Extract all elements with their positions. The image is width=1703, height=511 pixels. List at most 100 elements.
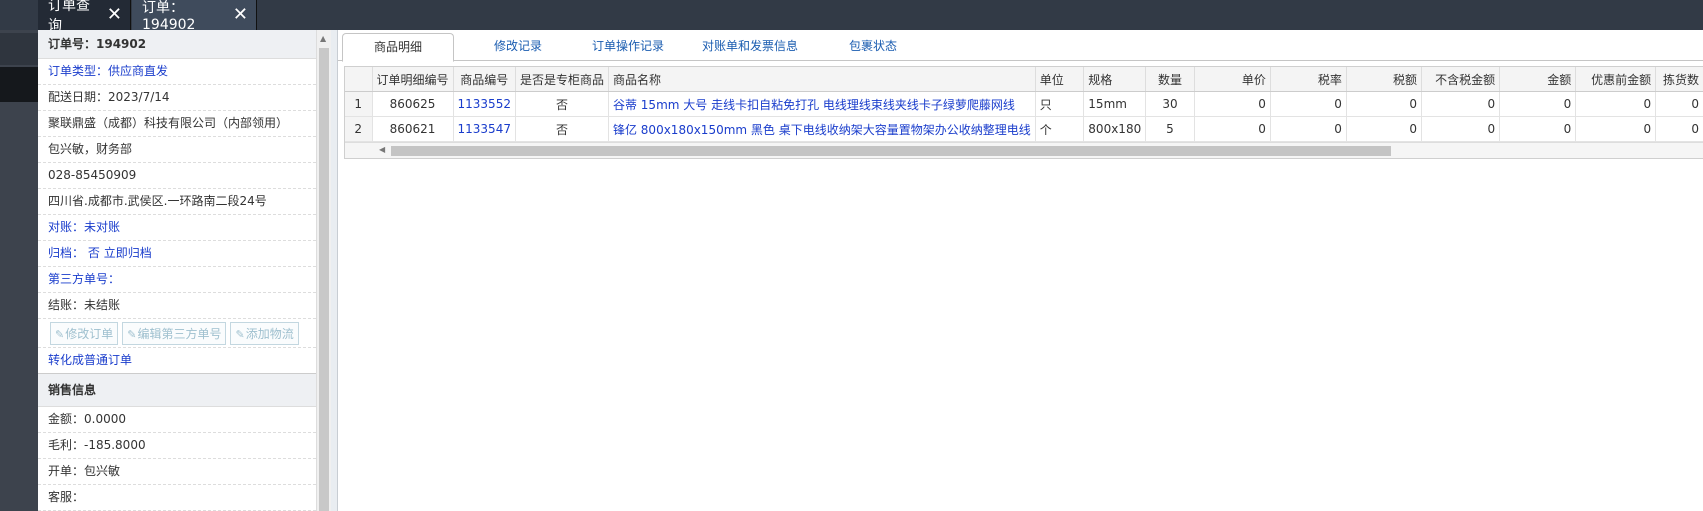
product-code-link[interactable]: 1133547 [453, 116, 516, 142]
scroll-up-icon[interactable]: ▲ [320, 34, 326, 43]
unit-price-cell: 0 [1194, 91, 1271, 117]
tab-order-operation-records[interactable]: 订单操作记录 [573, 33, 683, 60]
spec-cell: 15mm [1083, 91, 1147, 117]
nav-item[interactable] [0, 33, 38, 65]
modify-order-button[interactable]: ✎修改订单 [50, 321, 119, 345]
button-label: 修改订单 [65, 326, 114, 341]
product-name-link[interactable]: 锋亿 800x180x150mm 黑色 桌下电线收纳架大容量置物架办公收纳整理电… [608, 116, 1036, 142]
order-number: 订单号：194902 [38, 30, 316, 59]
settlement-status: 结账：未结账 [38, 293, 316, 319]
product-detail-grid: 订单明细编号 商品编号 是否是专柜商品 商品名称 单位 规格 数量 单价 税率 … [344, 66, 1703, 159]
unit-cell: 个 [1035, 116, 1085, 142]
scroll-left-icon[interactable]: ◀ [379, 145, 385, 154]
scrollbar-thumb[interactable] [391, 146, 1391, 156]
unit-price-cell: 0 [1194, 116, 1271, 142]
tab-package-status[interactable]: 包裹状态 [823, 33, 923, 60]
picked-quantity-cell: 0 [1655, 91, 1703, 117]
counter-product-cell: 否 [515, 116, 609, 142]
column-header[interactable]: 订单明细编号 [372, 67, 454, 92]
quantity-cell: 30 [1145, 91, 1195, 117]
close-icon[interactable]: ✕ [233, 6, 248, 24]
tax-rate-cell: 0 [1270, 91, 1347, 117]
pretax-amount-cell: 0 [1421, 116, 1501, 142]
nav-item-active[interactable] [0, 67, 38, 102]
column-header[interactable]: 商品编号 [453, 67, 516, 92]
issuer: 开单：包兴敏 [38, 459, 316, 485]
spec-cell: 800x180 [1083, 116, 1147, 142]
content-tab-strip: 商品明细 修改记录 订单操作记录 对账单和发票信息 包裹状态 [338, 30, 1703, 62]
pre-discount-amount-cell: 0 [1575, 116, 1657, 142]
address: 四川省.成都市.武侯区.一环路南二段24号 [38, 189, 316, 215]
column-header[interactable]: 税额 [1346, 67, 1423, 92]
order-type: 订单类型：供应商直发 [38, 59, 316, 85]
amount-cell: 0 [1499, 116, 1577, 142]
tab-order-query[interactable]: 订单查询 ✕ [38, 0, 131, 34]
sales-info-header: 销售信息 [38, 373, 316, 407]
content-area: 商品明细 修改记录 订单操作记录 对账单和发票信息 包裹状态 订单明细编号 商品… [338, 30, 1703, 511]
detail-id-cell: 860625 [372, 91, 454, 117]
picked-quantity-cell: 0 [1655, 116, 1703, 142]
counter-product-cell: 否 [515, 91, 609, 117]
gross-profit: 毛利：-185.8000 [38, 433, 316, 459]
order-info-panel: 订单号：194902 订单类型：供应商直发 配送日期：2023/7/14 聚联鼎… [38, 30, 317, 511]
customer-service: 客服： [38, 485, 316, 511]
column-header[interactable]: 优惠前金额 [1575, 67, 1657, 92]
product-name-link[interactable]: 谷蒂 15mm 大号 走线卡扣自粘免打孔 电线理线束线夹线卡子绿萝爬藤网线 [608, 91, 1036, 117]
amount-cell: 0 [1499, 91, 1577, 117]
column-header[interactable]: 是否是专柜商品 [515, 67, 609, 92]
tab-statement-invoice[interactable]: 对账单和发票信息 [685, 33, 815, 60]
table-header-row: 订单明细编号 商品编号 是否是专柜商品 商品名称 单位 规格 数量 单价 税率 … [345, 67, 1703, 92]
grid-horizontal-scrollbar[interactable]: ◀ [345, 142, 1703, 158]
sales-amount: 金额：0.0000 [38, 407, 316, 433]
tax-amount-cell: 0 [1346, 91, 1423, 117]
edit-icon: ✎ [55, 327, 65, 341]
top-tab-bar: 订单查询 ✕ 订单：194902 ✕ [0, 0, 1703, 34]
close-icon[interactable]: ✕ [107, 6, 122, 24]
row-number: 1 [345, 91, 373, 117]
column-header[interactable]: 商品名称 [608, 67, 1036, 92]
column-header[interactable]: 单位 [1035, 67, 1085, 92]
column-header[interactable]: 单价 [1194, 67, 1271, 92]
quantity-cell: 5 [1145, 116, 1195, 142]
company-name: 聚联鼎盛（成都）科技有限公司（内部领用） [38, 111, 316, 137]
column-header[interactable]: 不含税金额 [1421, 67, 1501, 92]
archive-value: 否 [87, 246, 100, 260]
tax-rate-cell: 0 [1270, 116, 1347, 142]
tab-label: 订单：194902 [142, 0, 196, 33]
detail-id-cell: 860621 [372, 116, 454, 142]
product-code-link[interactable]: 1133552 [453, 91, 516, 117]
edit-third-party-button[interactable]: ✎编辑第三方单号 [122, 321, 227, 345]
edit-icon: ✎ [235, 327, 245, 341]
button-label: 添加物流 [245, 326, 294, 341]
column-header[interactable]: 拣货数 [1655, 67, 1703, 92]
scrollbar-thumb[interactable] [319, 48, 329, 511]
table-row[interactable]: 2 860621 1133547 否 锋亿 800x180x150mm 黑色 桌… [345, 116, 1703, 142]
delivery-date: 配送日期：2023/7/14 [38, 85, 316, 111]
tab-product-details[interactable]: 商品明细 [342, 33, 454, 62]
add-logistics-button[interactable]: ✎添加物流 [230, 321, 299, 345]
table-row[interactable]: 1 860625 1133552 否 谷蒂 15mm 大号 走线卡扣自粘免打孔 … [345, 91, 1703, 117]
third-party-number: 第三方单号： [38, 267, 316, 293]
pre-discount-amount-cell: 0 [1575, 91, 1657, 117]
product-table: 订单明细编号 商品编号 是否是专柜商品 商品名称 单位 规格 数量 单价 税率 … [345, 67, 1703, 142]
column-header[interactable]: 税率 [1270, 67, 1347, 92]
contact-person: 包兴敏，财务部 [38, 137, 316, 163]
action-buttons: ✎修改订单 ✎编辑第三方单号 ✎添加物流 [38, 319, 316, 348]
convert-to-normal-link[interactable]: 转化成普通订单 [38, 348, 316, 373]
phone-number: 028-85450909 [38, 163, 316, 189]
archive-now-link[interactable]: 立即归档 [104, 246, 152, 260]
column-header [345, 67, 373, 92]
button-label: 编辑第三方单号 [137, 326, 222, 341]
archive-status: 归档： 否 立即归档 [38, 241, 316, 267]
column-header[interactable]: 数量 [1145, 67, 1195, 92]
tab-modify-records[interactable]: 修改记录 [468, 33, 568, 60]
splitter[interactable] [331, 30, 338, 511]
tab-order-detail[interactable]: 订单：194902 ✕ [132, 0, 257, 33]
column-header[interactable]: 规格 [1083, 67, 1147, 92]
edit-icon: ✎ [127, 327, 137, 341]
tax-amount-cell: 0 [1346, 116, 1423, 142]
pretax-amount-cell: 0 [1421, 91, 1501, 117]
panel-vertical-scrollbar[interactable]: ▲ [316, 30, 331, 511]
left-nav-strip [0, 30, 38, 511]
column-header[interactable]: 金额 [1499, 67, 1577, 92]
